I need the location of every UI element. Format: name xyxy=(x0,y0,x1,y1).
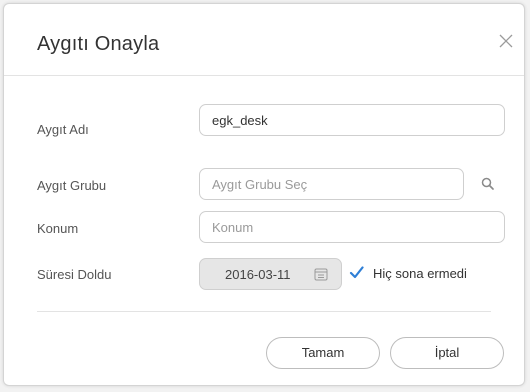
cancel-button[interactable]: İptal xyxy=(390,337,504,369)
location-label: Konum xyxy=(37,221,79,236)
confirm-device-dialog: Aygıtı Onayla Aygıt Adı Aygıt Grubu Konu… xyxy=(3,3,525,386)
device-group-label: Aygıt Grubu xyxy=(37,178,107,193)
never-expires-label[interactable]: Hiç sona ermedi xyxy=(373,266,467,281)
close-icon[interactable] xyxy=(497,32,515,50)
search-icon[interactable] xyxy=(480,176,496,192)
calendar-icon xyxy=(314,268,328,281)
footer-divider xyxy=(37,311,491,312)
expiry-label: Süresi Doldu xyxy=(37,267,112,282)
expiry-date-field: 2016-03-11 xyxy=(199,258,342,290)
device-group-input[interactable] xyxy=(199,168,464,200)
device-name-label: Aygıt Adı xyxy=(37,122,89,137)
dialog-title: Aygıtı Onayla xyxy=(37,33,160,55)
ok-button[interactable]: Tamam xyxy=(266,337,380,369)
expiry-date-value: 2016-03-11 xyxy=(225,267,291,282)
device-name-input[interactable] xyxy=(199,104,505,136)
header-divider xyxy=(4,75,524,76)
location-input[interactable] xyxy=(199,211,505,243)
checkmark-icon xyxy=(349,266,364,279)
never-expires-checkbox[interactable] xyxy=(349,265,364,280)
